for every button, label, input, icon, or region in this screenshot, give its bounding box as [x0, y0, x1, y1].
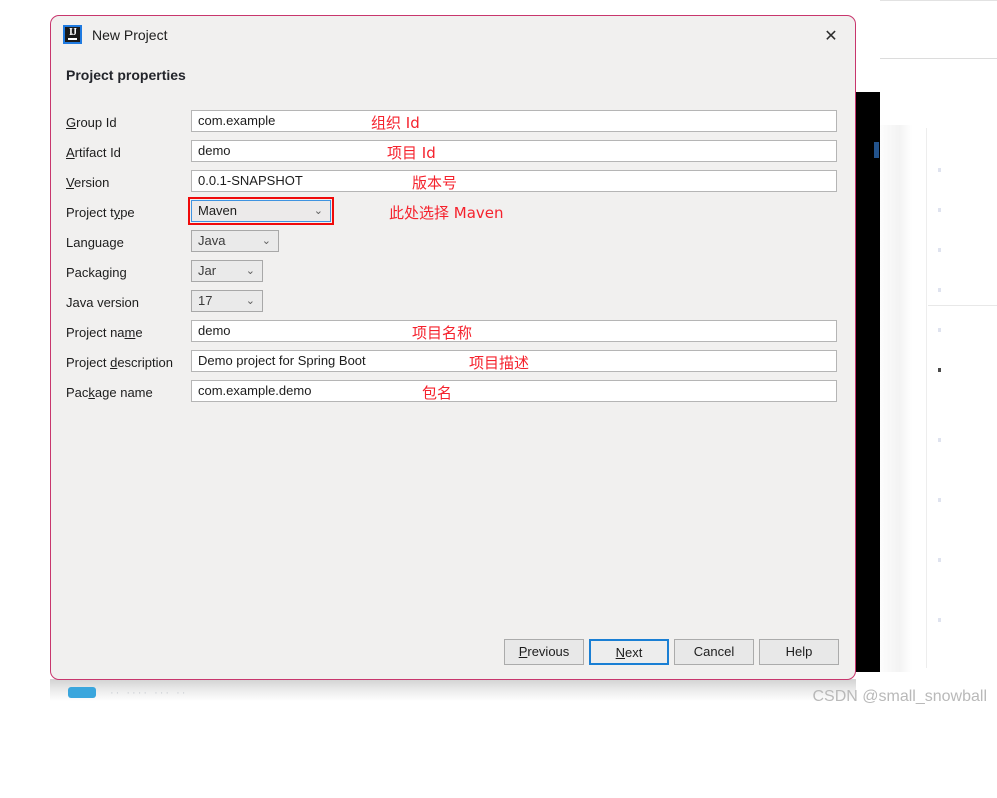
background-dot: [938, 558, 941, 562]
text-input[interactable]: 0.0.1-SNAPSHOT: [191, 170, 837, 192]
form-row: Project name demo 项目名称: [51, 319, 855, 349]
watermark: CSDN @small_snowball: [812, 688, 987, 705]
dropdown-select[interactable]: Java ⌄: [191, 230, 279, 252]
dialog-button[interactable]: Help: [759, 639, 839, 665]
text-input[interactable]: demo: [191, 140, 837, 162]
dropdown-select[interactable]: 17 ⌄: [191, 290, 263, 312]
field-label: Group Id: [66, 115, 117, 130]
background-dot: [938, 498, 941, 502]
dropdown-select[interactable]: Jar ⌄: [191, 260, 263, 282]
field-label: Artifact Id: [66, 145, 121, 160]
form-row: Artifact Id demo 项目 Id: [51, 139, 855, 169]
background-dot: [938, 248, 941, 252]
dropdown-select[interactable]: Maven ⌄: [191, 200, 331, 222]
field-label: Package name: [66, 385, 153, 400]
background-blue-marker: [874, 142, 879, 158]
background-dot: [938, 618, 941, 622]
dropdown-value: Java: [198, 233, 226, 248]
dialog-title: New Project: [92, 27, 168, 43]
project-properties-form: Group Id com.example 组织 Id Artifact Id demo 项…: [51, 109, 855, 409]
field-label: Java version: [66, 295, 139, 310]
form-row: Group Id com.example 组织 Id: [51, 109, 855, 139]
form-row: Packaging Jar ⌄: [51, 259, 855, 289]
dialog-button-bar: Previous Next Cancel Help: [51, 639, 855, 665]
field-label: Version: [66, 175, 110, 190]
annotation-text: 包名: [422, 384, 453, 402]
background-divider-vertical: [926, 128, 927, 668]
background-divider-second: [880, 58, 997, 59]
intellij-idea-icon: IJ: [63, 25, 82, 44]
background-scrollbar-track[interactable]: [883, 128, 893, 668]
text-input[interactable]: com.example.demo: [191, 380, 837, 402]
dropdown-value: 17: [198, 293, 213, 308]
form-row: Language Java ⌄: [51, 229, 855, 259]
dialog-button[interactable]: Previous: [504, 639, 584, 665]
field-label: Packaging: [66, 265, 127, 280]
chevron-down-icon: ⌄: [313, 205, 323, 217]
close-icon[interactable]: ✕: [821, 27, 841, 47]
new-project-dialog: IJ New Project ✕ Project properties Grou…: [50, 15, 856, 680]
annotation-text: 此处选择 Maven: [389, 204, 504, 222]
annotation-text: 项目描述: [469, 354, 530, 372]
background-dot: [938, 288, 941, 292]
dialog-button[interactable]: Next: [589, 639, 669, 665]
chevron-down-icon: ⌄: [261, 235, 271, 247]
dropdown-value: Jar: [198, 263, 217, 278]
form-row: Java version 17 ⌄: [51, 289, 855, 319]
text-input[interactable]: com.example: [191, 110, 837, 132]
background-dot: [938, 438, 941, 442]
background-bottom-text: ·· ···· ··· ··: [110, 687, 188, 699]
section-title: Project properties: [66, 67, 186, 83]
field-label: Project name: [66, 325, 143, 340]
field-label: Project description: [66, 355, 173, 370]
annotation-text: 组织 Id: [371, 114, 420, 132]
chevron-down-icon: ⌄: [245, 265, 255, 277]
chevron-down-icon: ⌄: [245, 295, 255, 307]
background-dot: [938, 168, 941, 172]
dialog-button[interactable]: Cancel: [674, 639, 754, 665]
background-dot: [938, 208, 941, 212]
text-input[interactable]: demo: [191, 320, 837, 342]
background-bottom-chip: [68, 687, 96, 698]
form-row: Project type Maven ⌄ 此处选择 Maven: [51, 197, 855, 229]
annotation-text: 项目名称: [412, 324, 473, 342]
background-divider-top: [880, 0, 997, 1]
annotation-text: 项目 Id: [387, 144, 436, 162]
background-dot: [938, 368, 941, 372]
form-row: Package name com.example.demo 包名: [51, 379, 855, 409]
background-dot: [938, 328, 941, 332]
form-row: Project description Demo project for Spri…: [51, 349, 855, 379]
dropdown-value: Maven: [198, 203, 238, 218]
field-label: Language: [66, 235, 124, 250]
annotation-text: 版本号: [412, 174, 458, 192]
field-label: Project type: [66, 205, 135, 220]
dialog-titlebar: IJ New Project ✕: [51, 16, 855, 56]
form-row: Version 0.0.1-SNAPSHOT 版本号: [51, 169, 855, 199]
background-divider-third: [928, 305, 997, 306]
